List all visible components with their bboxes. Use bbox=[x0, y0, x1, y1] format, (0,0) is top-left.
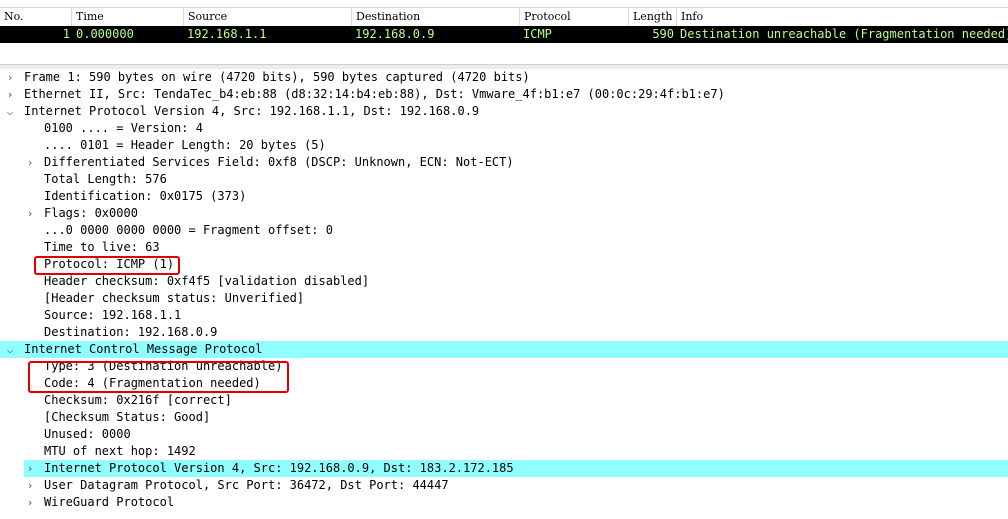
tree-item-icmp[interactable]: ⌵ Internet Control Message Protocol bbox=[0, 341, 1008, 358]
tree-item-total-length[interactable]: Total Length: 576 bbox=[0, 171, 1008, 188]
tree-item-icmp-code[interactable]: Code: 4 (Fragmentation needed) bbox=[0, 375, 1008, 392]
chevron-down-icon[interactable]: ⌵ bbox=[5, 103, 15, 120]
cell-info: Destination unreachable (Fragmentation n… bbox=[680, 27, 1008, 41]
cell-source: 192.168.1.1 bbox=[187, 27, 267, 41]
cell-no: 1 bbox=[62, 27, 70, 41]
chevron-right-icon[interactable]: › bbox=[25, 460, 35, 477]
tree-item-dsfield[interactable]: › Differentiated Services Field: 0xf8 (D… bbox=[0, 154, 1008, 171]
tree-item-ttl[interactable]: Time to live: 63 bbox=[0, 239, 1008, 256]
column-header-info[interactable]: Info bbox=[676, 8, 1008, 26]
packet-list-header: No. Time Source Destination Protocol Len… bbox=[0, 7, 1008, 27]
cell-protocol: ICMP bbox=[523, 27, 552, 41]
column-header-time[interactable]: Time bbox=[71, 8, 183, 26]
tree-item-icmp-unused[interactable]: Unused: 0000 bbox=[0, 426, 1008, 443]
column-header-length[interactable]: Length bbox=[628, 8, 676, 26]
tree-item-header-checksum[interactable]: Header checksum: 0xf4f5 [validation disa… bbox=[0, 273, 1008, 290]
cell-destination: 192.168.0.9 bbox=[355, 27, 435, 41]
packet-list-pane: No. Time Source Destination Protocol Len… bbox=[0, 0, 1008, 64]
tree-item-icmp-checksum[interactable]: Checksum: 0x216f [correct] bbox=[0, 392, 1008, 409]
tree-item-header-checksum-status[interactable]: [Header checksum status: Unverified] bbox=[0, 290, 1008, 307]
tree-item-protocol[interactable]: Protocol: ICMP (1) bbox=[0, 256, 1008, 273]
chevron-right-icon[interactable]: › bbox=[5, 86, 15, 103]
tree-item-icmp-checksum-status[interactable]: [Checksum Status: Good] bbox=[0, 409, 1008, 426]
cell-length: 590 bbox=[652, 27, 674, 41]
tree-item-icmp-type[interactable]: Type: 3 (Destination unreachable) bbox=[0, 358, 1008, 375]
tree-item-fragment-offset[interactable]: ...0 0000 0000 0000 = Fragment offset: 0 bbox=[0, 222, 1008, 239]
tree-item-ethernet[interactable]: › Ethernet II, Src: TendaTec_b4:eb:88 (d… bbox=[0, 86, 1008, 103]
cell-time: 0.000000 bbox=[76, 27, 134, 41]
tree-item-ip-header-length[interactable]: .... 0101 = Header Length: 20 bytes (5) bbox=[0, 137, 1008, 154]
tree-item-wireguard[interactable]: › WireGuard Protocol bbox=[0, 494, 1008, 511]
tree-item-inner-ipv4[interactable]: › Internet Protocol Version 4, Src: 192.… bbox=[24, 460, 1008, 477]
chevron-down-icon[interactable]: ⌵ bbox=[5, 341, 15, 358]
tree-item-ip-version[interactable]: 0100 .... = Version: 4 bbox=[0, 120, 1008, 137]
tree-item-ipv4[interactable]: ⌵ Internet Protocol Version 4, Src: 192.… bbox=[0, 103, 1008, 120]
column-header-protocol[interactable]: Protocol bbox=[519, 8, 628, 26]
tree-item-mtu[interactable]: MTU of next hop: 1492 bbox=[0, 443, 1008, 460]
chevron-right-icon[interactable]: › bbox=[25, 477, 35, 494]
tree-item-frame[interactable]: › Frame 1: 590 bytes on wire (4720 bits)… bbox=[0, 69, 1008, 86]
chevron-right-icon[interactable]: › bbox=[25, 154, 35, 171]
chevron-right-icon[interactable]: › bbox=[25, 205, 35, 222]
chevron-right-icon[interactable]: › bbox=[25, 494, 35, 511]
tree-item-identification[interactable]: Identification: 0x0175 (373) bbox=[0, 188, 1008, 205]
column-header-source[interactable]: Source bbox=[183, 8, 351, 26]
tree-item-ip-destination[interactable]: Destination: 192.168.0.9 bbox=[0, 324, 1008, 341]
column-header-destination[interactable]: Destination bbox=[351, 8, 519, 26]
tree-item-ip-source[interactable]: Source: 192.168.1.1 bbox=[0, 307, 1008, 324]
packet-row-selected[interactable]: 1 0.000000 192.168.1.1 192.168.0.9 ICMP … bbox=[0, 26, 1008, 43]
column-header-no[interactable]: No. bbox=[0, 8, 71, 26]
tree-item-flags[interactable]: › Flags: 0x0000 bbox=[0, 205, 1008, 222]
tree-item-udp[interactable]: › User Datagram Protocol, Src Port: 3647… bbox=[0, 477, 1008, 494]
chevron-right-icon[interactable]: › bbox=[5, 69, 15, 86]
